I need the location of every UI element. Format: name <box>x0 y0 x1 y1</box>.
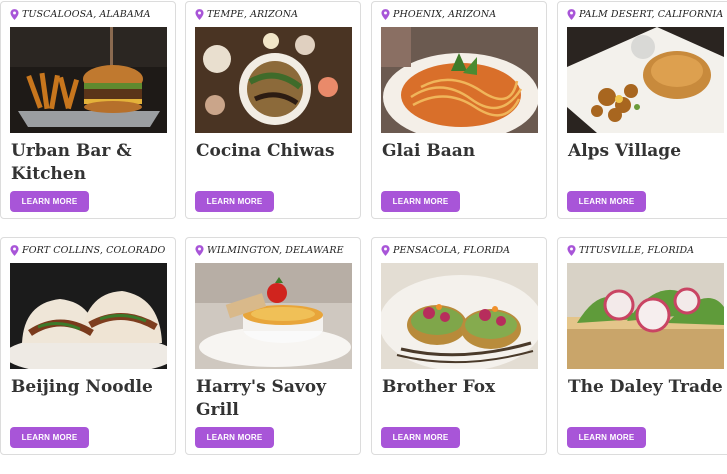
food-photo[interactable] <box>381 27 538 133</box>
restaurant-name: Harry's Savoy Grill <box>196 377 326 420</box>
food-photo[interactable] <box>381 263 538 369</box>
map-pin-icon <box>381 245 390 256</box>
restaurant-name: Beijing Noodle <box>11 377 153 397</box>
location-text: PENSACOLA, FLORIDA <box>393 245 511 256</box>
location-label: FORT COLLINS, COLORADO <box>10 245 171 256</box>
restaurant-card[interactable]: FORT COLLINS, COLORADO Beijing Noodle LE… <box>0 237 176 455</box>
location-text: WILMINGTON, DELAWARE <box>207 245 344 256</box>
map-pin-icon <box>381 9 390 20</box>
learn-more-button[interactable]: LEARN MORE <box>567 427 646 448</box>
restaurant-card[interactable]: TITUSVILLE, FLORIDA The Daley Trade LEAR… <box>557 237 727 455</box>
location-text: TEMPE, ARIZONA <box>207 9 299 20</box>
map-pin-icon <box>567 245 576 256</box>
location-label: PALM DESERT, CALIFORNIA <box>567 9 727 20</box>
map-pin-icon <box>10 245 19 256</box>
restaurant-name: Alps Village <box>568 141 682 161</box>
learn-more-button[interactable]: LEARN MORE <box>10 427 89 448</box>
map-pin-icon <box>195 9 204 20</box>
food-photo[interactable] <box>195 27 352 133</box>
restaurant-card[interactable]: PHOENIX, ARIZONA Glai Baan LEARN MORE <box>371 1 547 219</box>
restaurant-card[interactable]: WILMINGTON, DELAWARE Harry's Savoy Grill… <box>185 237 361 455</box>
restaurant-card[interactable]: TEMPE, ARIZONA Cocina Chiwas LEARN MORE <box>185 1 361 219</box>
location-text: FORT COLLINS, COLORADO <box>22 245 166 256</box>
learn-more-button[interactable]: LEARN MORE <box>10 191 89 212</box>
map-pin-icon <box>10 9 19 20</box>
learn-more-button[interactable]: LEARN MORE <box>195 427 274 448</box>
location-text: PALM DESERT, CALIFORNIA <box>579 9 724 20</box>
food-photo[interactable] <box>195 263 352 369</box>
location-text: TITUSVILLE, FLORIDA <box>579 245 695 256</box>
food-photo[interactable] <box>10 27 167 133</box>
learn-more-button[interactable]: LEARN MORE <box>381 427 460 448</box>
location-label: TEMPE, ARIZONA <box>195 9 356 20</box>
food-photo[interactable] <box>567 263 724 369</box>
map-pin-icon <box>195 245 204 256</box>
restaurant-card[interactable]: PALM DESERT, CALIFORNIA Alps Village LEA… <box>557 1 727 219</box>
restaurant-name: Urban Bar & Kitchen <box>11 141 132 184</box>
learn-more-button[interactable]: LEARN MORE <box>381 191 460 212</box>
restaurant-name: Glai Baan <box>382 141 476 161</box>
food-photo[interactable] <box>567 27 724 133</box>
learn-more-button[interactable]: LEARN MORE <box>567 191 646 212</box>
restaurant-card[interactable]: PENSACOLA, FLORIDA Brother Fox LEARN MOR… <box>371 237 547 455</box>
location-label: TUSCALOOSA, ALABAMA <box>10 9 171 20</box>
location-text: TUSCALOOSA, ALABAMA <box>22 9 151 20</box>
learn-more-button[interactable]: LEARN MORE <box>195 191 274 212</box>
map-pin-icon <box>567 9 576 20</box>
location-label: WILMINGTON, DELAWARE <box>195 245 356 256</box>
location-text: PHOENIX, ARIZONA <box>393 9 497 20</box>
restaurant-name: The Daley Trade <box>568 377 723 397</box>
restaurant-name: Brother Fox <box>382 377 496 397</box>
location-label: TITUSVILLE, FLORIDA <box>567 245 727 256</box>
location-label: PHOENIX, ARIZONA <box>381 9 542 20</box>
food-photo[interactable] <box>10 263 167 369</box>
location-label: PENSACOLA, FLORIDA <box>381 245 542 256</box>
restaurant-name: Cocina Chiwas <box>196 141 335 161</box>
restaurant-card[interactable]: TUSCALOOSA, ALABAMA Urban Bar & Kitchen … <box>0 1 176 219</box>
